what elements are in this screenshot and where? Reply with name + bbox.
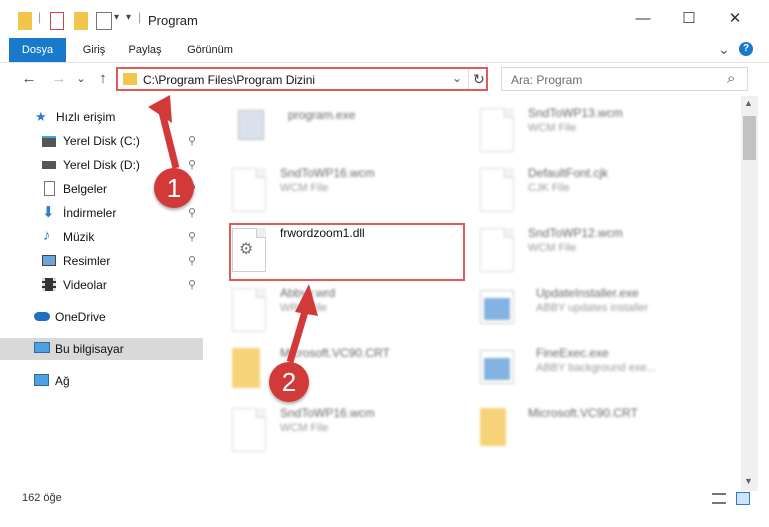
step-badge-1: 1 (154, 168, 194, 208)
arrow-shaft-2 (286, 303, 311, 364)
step-badge-2: 2 (269, 362, 309, 402)
annotation-arrows (148, 95, 318, 364)
arrow-head-1 (148, 95, 172, 123)
